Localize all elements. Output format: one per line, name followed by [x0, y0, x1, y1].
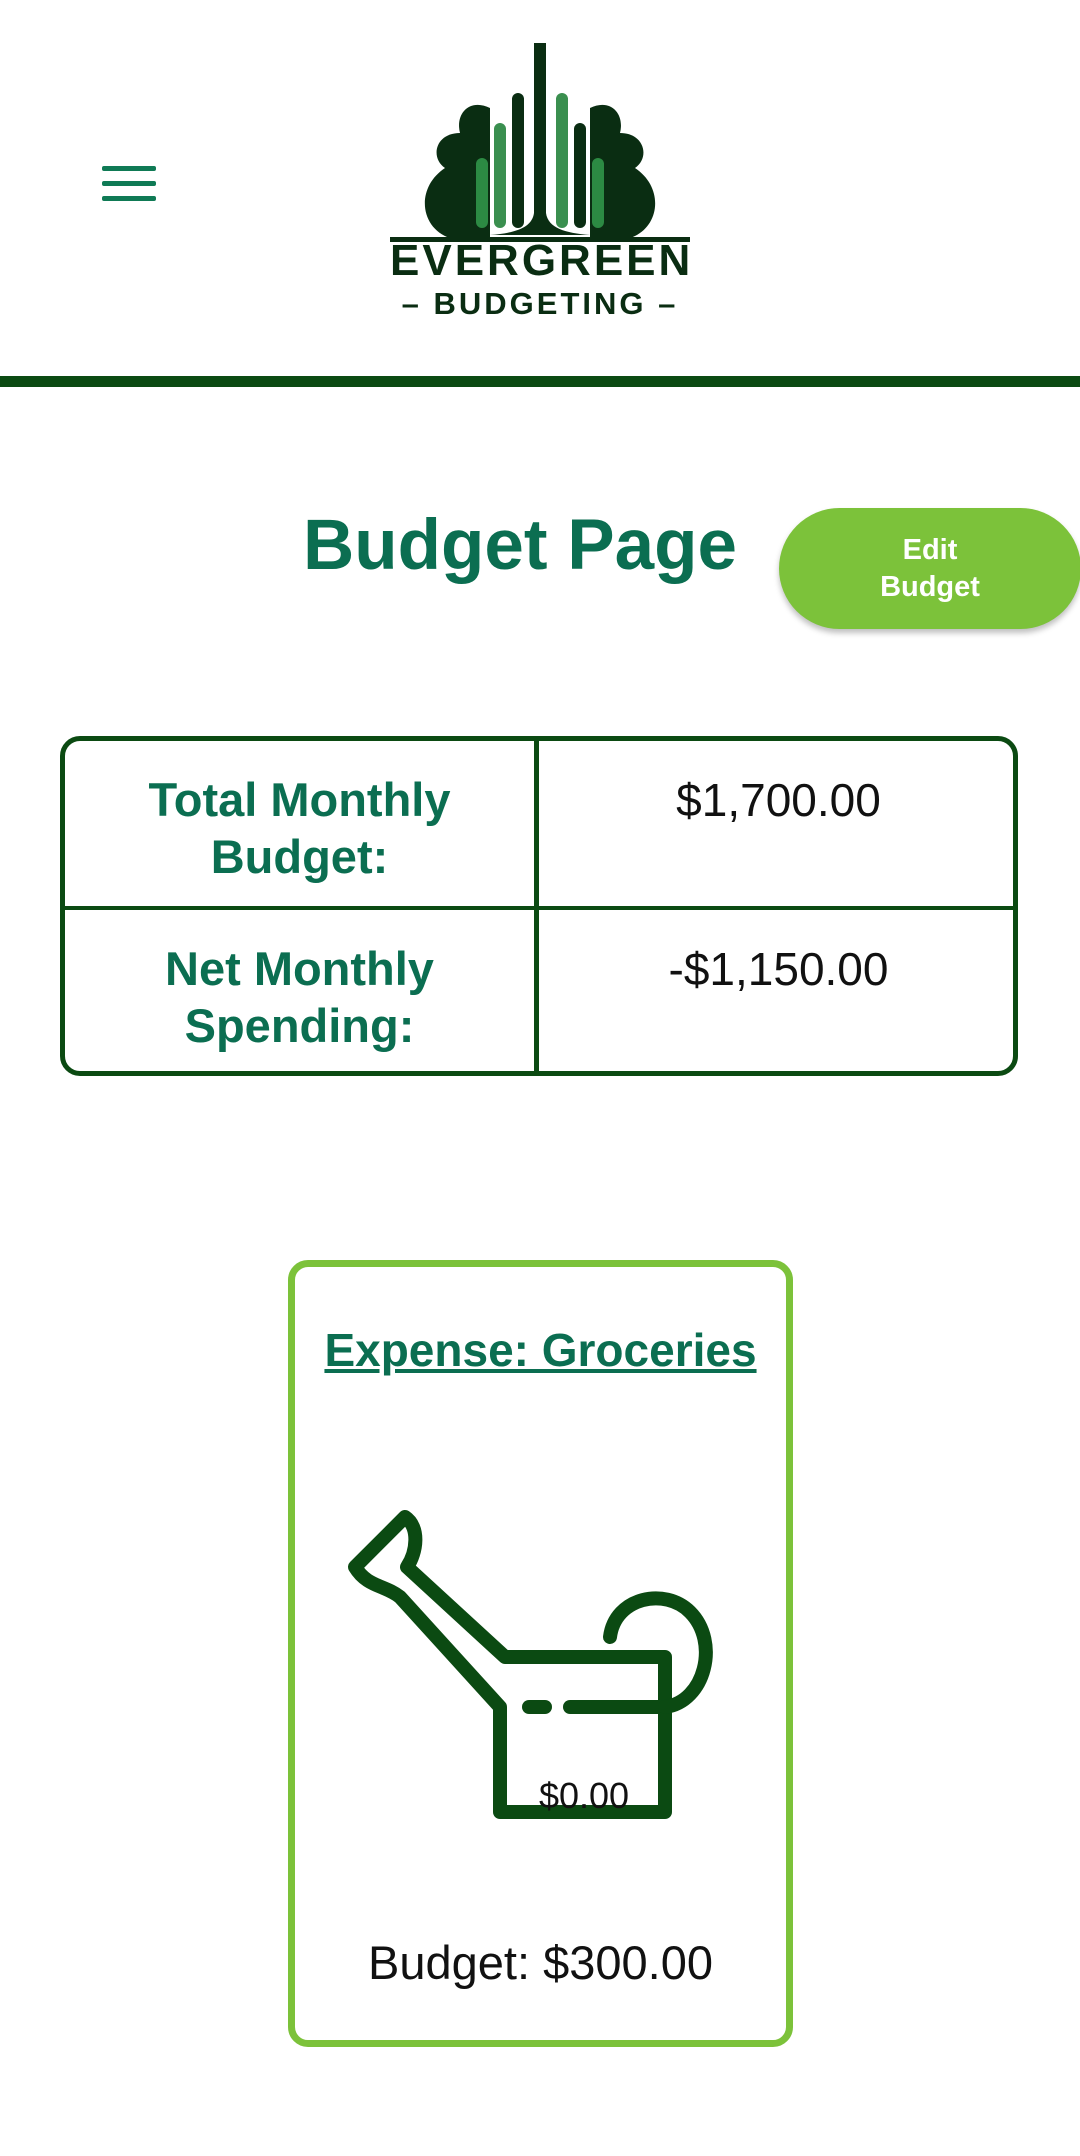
net-spending-label: Net Monthly Spending:: [65, 910, 539, 1071]
expense-budget-amount: Budget: $300.00: [368, 1936, 713, 1989]
hamburger-menu-icon[interactable]: [92, 158, 168, 214]
expense-title-link[interactable]: Expense: Groceries: [295, 1322, 786, 1378]
summary-row-total-budget: Total Monthly Budget: $1,700.00: [65, 741, 1013, 910]
total-budget-label: Total Monthly Budget:: [65, 741, 539, 906]
header-divider: [0, 376, 1080, 387]
edit-budget-button[interactable]: Edit Budget: [779, 508, 1080, 629]
logo-title: EVERGREEN: [390, 236, 694, 285]
edit-budget-label: Edit Budget: [880, 533, 980, 603]
app-header: EVERGREEN – BUDGETING –: [0, 0, 1080, 376]
budget-summary-table: Total Monthly Budget: $1,700.00 Net Mont…: [60, 736, 1018, 1076]
expense-card[interactable]: Expense: Groceries $0.00 Budget: $300.00: [288, 1260, 793, 2047]
evergreen-logo: EVERGREEN – BUDGETING –: [390, 38, 690, 330]
tree-logo-icon: [390, 43, 690, 242]
page-title: Budget Page: [303, 506, 737, 585]
logo-subtitle: – BUDGETING –: [401, 286, 679, 321]
net-spending-value: -$1,150.00: [668, 943, 889, 995]
total-budget-value: $1,700.00: [676, 774, 881, 826]
summary-row-net-spending: Net Monthly Spending: -$1,150.00: [65, 910, 1013, 1071]
expense-spent-amount: $0.00: [538, 1775, 630, 1816]
